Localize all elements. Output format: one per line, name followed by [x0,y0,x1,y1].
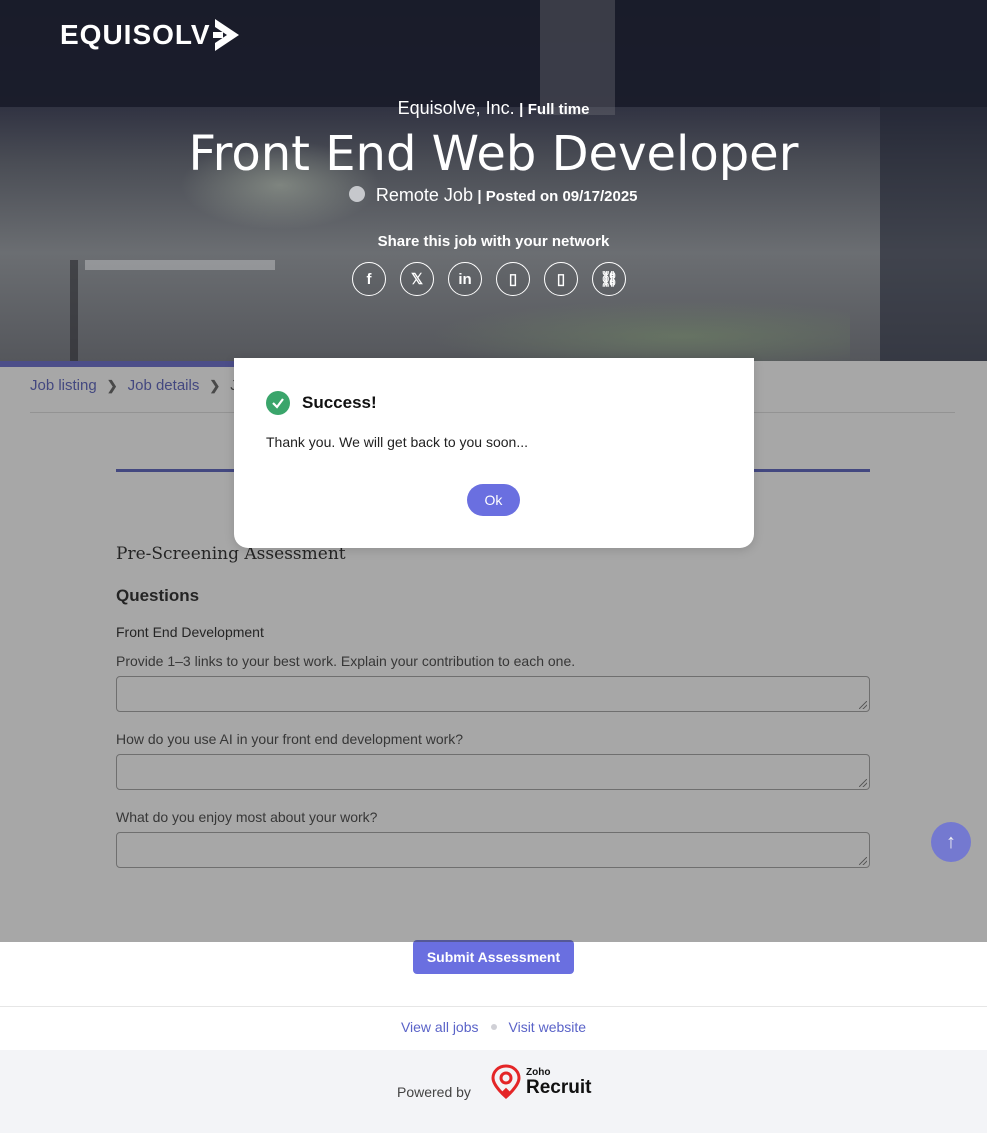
hero-background-fern [430,300,850,361]
success-modal: Success! Thank you. We will get back to … [234,358,754,548]
dot-separator [490,1024,497,1030]
zoho-recruit-text: Zoho Recruit [526,1066,592,1098]
share-button-4[interactable]: ▯ [496,262,530,296]
hero-background-post [70,260,78,361]
footer-bar: Powered by Zoho Recruit [0,1050,987,1133]
share-buttons: f 𝕏 in ▯ ▯ ⛓ [352,262,626,296]
submit-assessment-button[interactable]: Submit Assessment [413,940,574,974]
separator: | [519,101,524,118]
facebook-icon: f [366,270,372,288]
facebook-share-button[interactable]: f [352,262,386,296]
modal-message: Thank you. We will get back to you soon.… [266,434,528,450]
x-icon: 𝕏 [410,271,424,288]
logo-text: EQUISOLV [60,19,211,50]
logo-arrow-icon [212,19,239,51]
zoho-recruit-logo[interactable]: Zoho Recruit [490,1064,591,1100]
linkedin-icon: in [458,270,472,288]
job-title: Front End Web Developer [188,126,799,182]
job-type: Full time [527,101,590,118]
link-icon: ⛓ [599,271,619,288]
job-location: Remote Job [375,185,473,205]
share-icon: ▯ [508,271,518,288]
share-button-5[interactable]: ▯ [544,262,578,296]
powered-by-label: Powered by [397,1084,471,1100]
check-circle-icon [266,391,290,415]
zoho-brand-big: Recruit [526,1076,592,1098]
linkedin-share-button[interactable]: in [448,262,482,296]
zoho-brand-small: Zoho [526,1066,551,1078]
posted-date: | Posted on 09/17/2025 [477,188,638,205]
share-label: Share this job with your network [377,233,610,250]
company-logo[interactable]: EQUISOLV [60,15,241,55]
back-to-top-button[interactable]: ↑ [931,822,971,862]
x-share-button[interactable]: 𝕏 [400,262,434,296]
share-icon: ▯ [556,271,566,288]
company-line: Equisolve, Inc. | Full time [0,98,987,119]
globe-icon [349,186,366,202]
ok-button[interactable]: Ok [467,484,520,516]
arrow-up-icon: ↑ [946,830,956,853]
modal-title: Success! [302,393,377,412]
footer-links: View all jobs Visit website [0,1019,987,1035]
hero-banner: EQUISOLV Equisolve, Inc. | Full time Fro… [0,0,987,361]
visit-website-link[interactable]: Visit website [509,1019,587,1035]
copy-link-button[interactable]: ⛓ [592,262,626,296]
zoho-recruit-logo-icon [491,1064,521,1099]
company-name: Equisolve, Inc. [397,98,515,118]
hero-background-windowsill [85,260,275,270]
view-all-jobs-link[interactable]: View all jobs [401,1019,479,1035]
job-meta: Remote Job | Posted on 09/17/2025 [0,185,987,206]
divider [0,1006,987,1007]
